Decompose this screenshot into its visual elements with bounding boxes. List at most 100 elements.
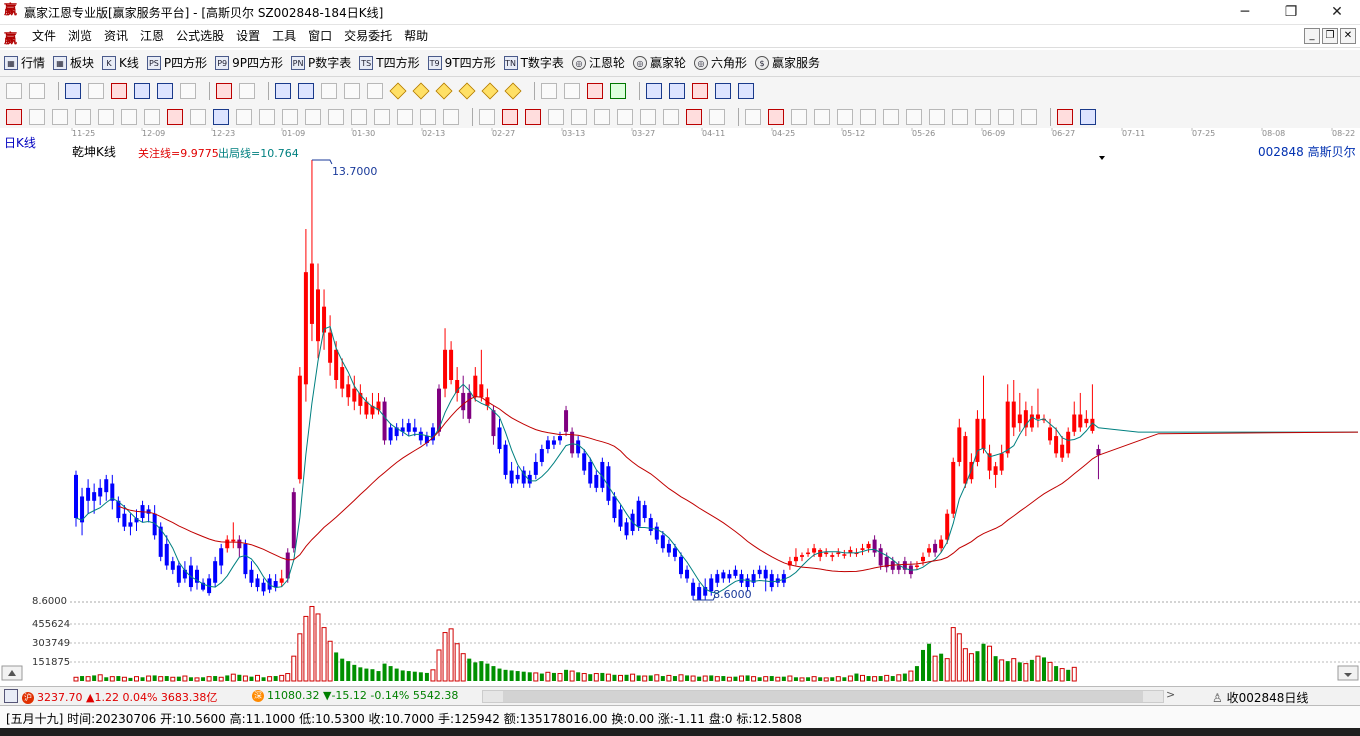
row1-tool-icon-1[interactable]: [29, 83, 45, 99]
menu-item-3[interactable]: 江恩: [134, 28, 170, 44]
row2-tool-icon-23[interactable]: [525, 109, 541, 125]
nav-item-10[interactable]: ◎ 赢家轮: [632, 54, 686, 71]
row2-tool-icon-14[interactable]: [328, 109, 344, 125]
row1-tool-icon-7[interactable]: [157, 83, 173, 99]
row2-tool-icon-21[interactable]: [479, 109, 495, 125]
menu-item-6[interactable]: 工具: [266, 28, 302, 44]
row1-tool-icon-17[interactable]: [367, 83, 383, 99]
row1-tool-icon-10[interactable]: [216, 83, 232, 99]
row2-tool-icon-37[interactable]: [837, 109, 853, 125]
row2-tool-icon-29[interactable]: [663, 109, 679, 125]
row2-tool-icon-31[interactable]: [709, 109, 725, 125]
mdi-minimize-button[interactable]: _: [1304, 28, 1320, 44]
row1-tool-icon-19[interactable]: [412, 82, 430, 100]
row2-tool-icon-8[interactable]: [190, 109, 206, 125]
row2-tool-icon-44[interactable]: [998, 109, 1014, 125]
row2-tool-icon-43[interactable]: [975, 109, 991, 125]
row2-tool-icon-5[interactable]: [121, 109, 137, 125]
nav-item-11[interactable]: ◎ 六角形: [693, 54, 747, 71]
nav-item-6[interactable]: TS T四方形: [359, 54, 420, 71]
row1-tool-icon-20[interactable]: [435, 82, 453, 100]
menu-item-4[interactable]: 公式选股: [170, 28, 230, 44]
chart-area[interactable]: 8.6000 455624 303749 151875 13.7000 8.6000: [0, 128, 1360, 684]
nav-item-9[interactable]: ◎ 江恩轮: [571, 54, 625, 71]
row2-tool-icon-40[interactable]: [906, 109, 922, 125]
row1-tool-icon-14[interactable]: [298, 83, 314, 99]
row1-tool-icon-11[interactable]: [239, 83, 255, 99]
scroll-right-button[interactable]: >: [1166, 688, 1175, 701]
row1-tool-icon-30[interactable]: [646, 83, 662, 99]
row1-tool-icon-21[interactable]: [458, 82, 476, 100]
row2-tool-icon-39[interactable]: [883, 109, 899, 125]
right-status[interactable]: ♙ 收002848日线: [1212, 689, 1308, 706]
row2-tool-icon-22[interactable]: [502, 109, 518, 125]
scrollbar-track[interactable]: [482, 690, 1164, 703]
nav-item-1[interactable]: ▦ 板块: [53, 54, 94, 71]
scrollbar-thumb[interactable]: [503, 691, 1143, 702]
indicator-label[interactable]: 乾坤K线: [72, 143, 116, 160]
row2-tool-icon-4[interactable]: [98, 109, 114, 125]
row1-tool-icon-6[interactable]: [134, 83, 150, 99]
nav-item-7[interactable]: T9 9T四方形: [427, 54, 496, 71]
row2-tool-icon-0[interactable]: [6, 109, 22, 125]
row2-tool-icon-10[interactable]: [236, 109, 252, 125]
minimize-button[interactable]: ─: [1222, 0, 1268, 24]
kline-chart[interactable]: 8.6000 455624 303749 151875 13.7000 8.6000: [0, 128, 1360, 684]
nav-item-3[interactable]: PS P四方形: [146, 54, 207, 71]
mdi-restore-button[interactable]: ❐: [1322, 28, 1338, 44]
row2-tool-icon-18[interactable]: [420, 109, 436, 125]
row1-tool-icon-15[interactable]: [321, 83, 337, 99]
grid-icon[interactable]: [4, 689, 18, 703]
row2-tool-icon-9[interactable]: [213, 109, 229, 125]
nav-item-4[interactable]: P9 9P四方形: [215, 54, 283, 71]
row2-tool-icon-17[interactable]: [397, 109, 413, 125]
row2-tool-icon-19[interactable]: [443, 109, 459, 125]
row1-tool-icon-22[interactable]: [481, 82, 499, 100]
row2-tool-icon-33[interactable]: [745, 109, 761, 125]
row2-tool-icon-27[interactable]: [617, 109, 633, 125]
row2-tool-icon-16[interactable]: [374, 109, 390, 125]
row1-tool-icon-32[interactable]: [692, 83, 708, 99]
row2-tool-icon-11[interactable]: [259, 109, 275, 125]
menu-item-1[interactable]: 浏览: [62, 28, 98, 44]
close-button[interactable]: ✕: [1314, 0, 1360, 24]
row2-tool-icon-42[interactable]: [952, 109, 968, 125]
row1-tool-icon-25[interactable]: [541, 83, 557, 99]
row1-tool-icon-27[interactable]: [587, 83, 603, 99]
row1-tool-icon-31[interactable]: [669, 83, 685, 99]
row2-tool-icon-7[interactable]: [167, 109, 183, 125]
row1-tool-icon-23[interactable]: [504, 82, 522, 100]
row1-tool-icon-28[interactable]: [610, 83, 626, 99]
menu-item-0[interactable]: 文件: [26, 28, 62, 44]
row1-tool-icon-5[interactable]: [111, 83, 127, 99]
row1-tool-icon-4[interactable]: [88, 83, 104, 99]
row2-tool-icon-1[interactable]: [29, 109, 45, 125]
row1-tool-icon-8[interactable]: [180, 83, 196, 99]
row2-tool-icon-2[interactable]: [52, 109, 68, 125]
row2-tool-icon-36[interactable]: [814, 109, 830, 125]
sh-index[interactable]: 沪 3237.70 ▲1.22 0.04% 3683.38亿: [22, 689, 217, 705]
row1-tool-icon-13[interactable]: [275, 83, 291, 99]
row2-tool-icon-13[interactable]: [305, 109, 321, 125]
row2-tool-icon-41[interactable]: [929, 109, 945, 125]
row1-tool-icon-16[interactable]: [344, 83, 360, 99]
maximize-button[interactable]: ❐: [1268, 0, 1314, 24]
row2-tool-icon-25[interactable]: [571, 109, 587, 125]
nav-item-5[interactable]: PN P数字表: [291, 54, 351, 71]
row2-tool-icon-47[interactable]: [1057, 109, 1073, 125]
row1-tool-icon-34[interactable]: [738, 83, 754, 99]
row1-tool-icon-33[interactable]: [715, 83, 731, 99]
row1-tool-icon-26[interactable]: [564, 83, 580, 99]
sz-index[interactable]: 深 11080.32 ▼-15.12 -0.14% 5542.38: [252, 689, 458, 702]
row2-tool-icon-45[interactable]: [1021, 109, 1037, 125]
menu-logo-icon[interactable]: 赢: [4, 28, 17, 47]
row2-tool-icon-12[interactable]: [282, 109, 298, 125]
row2-tool-icon-6[interactable]: [144, 109, 160, 125]
nav-item-0[interactable]: ▦ 行情: [4, 54, 45, 71]
mdi-close-button[interactable]: ✕: [1340, 28, 1356, 44]
menu-item-7[interactable]: 窗口: [302, 28, 338, 44]
row2-tool-icon-15[interactable]: [351, 109, 367, 125]
row2-tool-icon-30[interactable]: [686, 109, 702, 125]
row2-tool-icon-34[interactable]: [768, 109, 784, 125]
row2-tool-icon-24[interactable]: [548, 109, 564, 125]
